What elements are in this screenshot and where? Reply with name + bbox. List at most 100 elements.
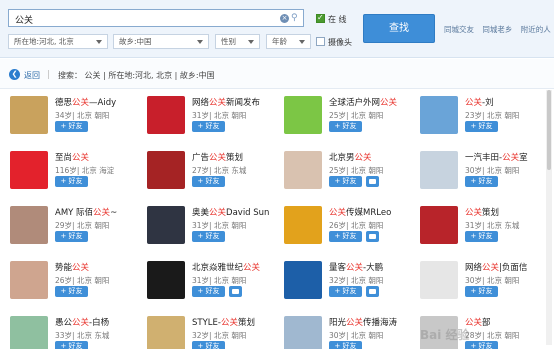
add-friend-button[interactable]: + 好友	[465, 231, 498, 242]
add-friend-button[interactable]: + 好友	[465, 176, 498, 187]
user-card[interactable]: 公关传媒MRLeo 26岁| 北京 朝阳 + 好友	[274, 202, 410, 256]
add-friend-button[interactable]: + 好友	[329, 231, 362, 242]
avatar[interactable]	[147, 151, 185, 189]
keyword-value[interactable]: 公关	[15, 13, 33, 26]
message-icon[interactable]	[366, 286, 379, 297]
add-friend-button[interactable]: + 好友	[192, 121, 225, 132]
message-icon[interactable]	[229, 286, 242, 297]
user-card[interactable]: 北京男公关 25岁| 北京 朝阳 + 好友	[274, 147, 410, 201]
user-card[interactable]: 势能公关 26岁| 北京 朝阳 + 好友	[0, 257, 136, 311]
user-name[interactable]: 网络公关|负面信	[465, 261, 527, 273]
gender-select[interactable]: 性别	[215, 34, 260, 49]
add-friend-button[interactable]: + 好友	[55, 121, 88, 132]
user-card[interactable]: 一汽丰田-公关室 30岁| 北京 朝阳 + 好友	[410, 147, 546, 201]
user-name-prefix: 网络	[465, 263, 483, 273]
scrollbar-thumb[interactable]	[547, 90, 551, 170]
user-card[interactable]: 全球活户外网公关 25岁| 北京 朝阳 + 好友	[274, 92, 410, 146]
user-card[interactable]: 德思公关—Aidy 34岁| 北京 朝阳 + 好友	[0, 92, 136, 146]
add-friend-button[interactable]: + 好友	[55, 176, 88, 187]
user-name[interactable]: 公关-刘	[465, 96, 494, 108]
add-friend-button[interactable]: + 好友	[192, 286, 225, 297]
user-card[interactable]: 量客公关-大鹏 32岁| 北京 朝阳 + 好友	[274, 257, 410, 311]
avatar[interactable]	[284, 96, 322, 134]
add-friend-button[interactable]: + 好友	[329, 341, 362, 349]
avatar[interactable]	[147, 206, 185, 244]
avatar[interactable]	[10, 151, 48, 189]
user-card[interactable]: 网络公关新闻发布 31岁| 北京 朝阳 + 好友	[137, 92, 273, 146]
add-friend-button[interactable]: + 好友	[329, 121, 362, 132]
user-name[interactable]: 公关策划	[465, 206, 499, 218]
add-friend-button[interactable]: + 好友	[55, 341, 88, 349]
location-pin-icon[interactable]: ⚲	[291, 13, 300, 24]
avatar[interactable]	[10, 96, 48, 134]
user-name[interactable]: 一汽丰田-公关室	[465, 151, 528, 163]
user-name[interactable]: 愚公公关-白杨	[55, 316, 109, 328]
add-friend-button[interactable]: + 好友	[465, 121, 498, 132]
avatar[interactable]	[420, 261, 458, 299]
user-card[interactable]: 公关-刘 23岁| 北京 朝阳 + 好友	[410, 92, 546, 146]
age-select[interactable]: 年龄	[266, 34, 311, 49]
user-card[interactable]: 至尚公关 116岁| 北京 海淀 + 好友	[0, 147, 136, 201]
user-name[interactable]: 公关传媒MRLeo	[329, 206, 391, 218]
user-name[interactable]: 全球活户外网公关	[329, 96, 397, 108]
user-name[interactable]: 势能公关	[55, 261, 89, 273]
add-friend-button[interactable]: + 好友	[192, 341, 225, 349]
avatar[interactable]	[10, 261, 48, 299]
avatar[interactable]	[284, 316, 322, 349]
user-card[interactable]: 愚公公关-白杨 33岁| 北京 东城 + 好友	[0, 312, 136, 349]
avatar[interactable]	[284, 151, 322, 189]
user-name[interactable]: 至尚公关	[55, 151, 89, 163]
add-friend-button[interactable]: + 好友	[192, 231, 225, 242]
user-card[interactable]: 阳光公关传播海涛 30岁| 北京 朝阳 + 好友	[274, 312, 410, 349]
user-card[interactable]: 奥美公关David Sun 31岁| 北京 朝阳 + 好友	[137, 202, 273, 256]
user-name[interactable]: 网络公关新闻发布	[192, 96, 260, 108]
add-friend-button[interactable]: + 好友	[55, 286, 88, 297]
search-button[interactable]: 查找	[363, 14, 435, 43]
avatar[interactable]	[10, 206, 48, 244]
user-card[interactable]: 网络公关|负面信 30岁| 北京 朝阳 + 好友	[410, 257, 546, 311]
user-name[interactable]: STYLE-公关策划	[192, 316, 255, 328]
hometown-select[interactable]: 故乡:中国	[113, 34, 209, 49]
scrollbar[interactable]	[546, 90, 552, 345]
back-arrow-icon[interactable]: ❮	[9, 69, 20, 80]
camera-checkbox[interactable]	[316, 37, 325, 46]
avatar[interactable]	[284, 261, 322, 299]
avatar[interactable]	[284, 206, 322, 244]
user-name[interactable]: AMY 际佰公关~	[55, 206, 117, 218]
avatar[interactable]	[147, 316, 185, 349]
user-name[interactable]: 北京焱雅世纪公关	[192, 261, 260, 273]
avatar[interactable]	[147, 261, 185, 299]
message-icon[interactable]	[366, 231, 379, 242]
location-select[interactable]: 所在地:河北, 北京	[8, 34, 108, 49]
user-name[interactable]: 量客公关-大鹏	[329, 261, 383, 273]
message-icon[interactable]	[366, 176, 379, 187]
link-hometown[interactable]: 同城老乡	[482, 25, 512, 34]
add-friend-button[interactable]: + 好友	[329, 286, 362, 297]
back-link[interactable]: 返回	[24, 70, 40, 81]
avatar[interactable]	[420, 206, 458, 244]
user-name[interactable]: 德思公关—Aidy	[55, 96, 116, 108]
user-name[interactable]: 奥美公关David Sun	[192, 206, 269, 218]
avatar[interactable]	[420, 151, 458, 189]
online-checkbox[interactable]	[316, 13, 325, 23]
keyword-input[interactable]: 公关 × ⚲	[8, 9, 304, 27]
user-card[interactable]: 北京焱雅世纪公关 31岁| 北京 朝阳 + 好友	[137, 257, 273, 311]
add-friend-button[interactable]: + 好友	[55, 231, 88, 242]
add-friend-button[interactable]: + 好友	[465, 286, 498, 297]
user-card[interactable]: STYLE-公关策划 32岁| 北京 朝阳 + 好友	[137, 312, 273, 349]
add-friend-button[interactable]: + 好友	[465, 341, 498, 349]
user-name[interactable]: 广告公关策划	[192, 151, 243, 163]
clear-icon[interactable]: ×	[280, 14, 289, 23]
avatar[interactable]	[147, 96, 185, 134]
link-same-city[interactable]: 同城交友	[444, 25, 474, 34]
user-name[interactable]: 北京男公关	[329, 151, 372, 163]
add-friend-button[interactable]: + 好友	[329, 176, 362, 187]
user-card[interactable]: 广告公关策划 27岁| 北京 东城 + 好友	[137, 147, 273, 201]
avatar[interactable]	[420, 96, 458, 134]
user-card[interactable]: AMY 际佰公关~ 29岁| 北京 朝阳 + 好友	[0, 202, 136, 256]
add-friend-button[interactable]: + 好友	[192, 176, 225, 187]
link-nearby[interactable]: 附近的人	[521, 25, 551, 34]
user-card[interactable]: 公关策划 31岁| 北京 东城 + 好友	[410, 202, 546, 256]
avatar[interactable]	[10, 316, 48, 349]
user-name[interactable]: 阳光公关传播海涛	[329, 316, 397, 328]
